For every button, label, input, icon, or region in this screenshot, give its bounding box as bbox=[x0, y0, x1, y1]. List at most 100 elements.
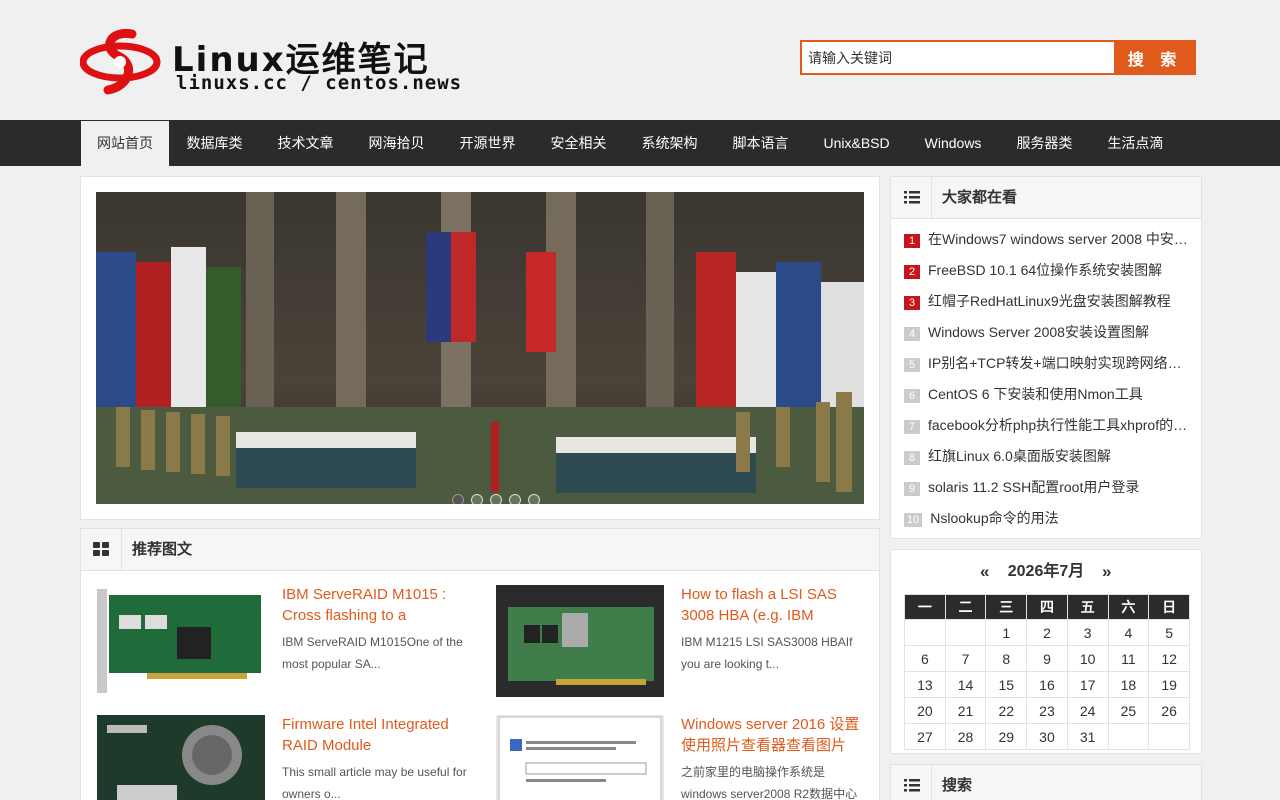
nav-item[interactable]: 开源世界 bbox=[442, 120, 533, 166]
card-thumbnail[interactable] bbox=[97, 585, 265, 697]
hot-item[interactable]: 2 FreeBSD 10.1 64位操作系统安装图解 bbox=[904, 255, 1194, 286]
calendar-day: 20 bbox=[904, 697, 946, 724]
calendar-day: 13 bbox=[904, 671, 946, 698]
calendar-day: 30 bbox=[1026, 723, 1068, 750]
recommend-title: 推荐图文 bbox=[132, 541, 193, 558]
calendar-day: 15 bbox=[985, 671, 1028, 698]
calendar-day: 3 bbox=[1066, 619, 1109, 646]
calendar-day: 26 bbox=[1148, 697, 1190, 724]
calendar-next[interactable]: » bbox=[1102, 550, 1111, 594]
nav-item[interactable]: Windows bbox=[907, 120, 999, 166]
recommend-header: 推荐图文 bbox=[81, 529, 879, 571]
grid-icon bbox=[81, 529, 122, 570]
hot-item-text: facebook分析php执行性能工具xhprof的安装使用 bbox=[928, 417, 1194, 433]
weekday-header: 二 bbox=[944, 594, 987, 620]
hot-item-text: Nslookup命令的用法 bbox=[930, 510, 1059, 526]
calendar-day: 27 bbox=[904, 723, 946, 750]
card-title[interactable]: How to flash a LSI SAS 3008 HBA (e.g. IB… bbox=[681, 585, 866, 626]
rank-badge: 3 bbox=[904, 296, 920, 310]
slide-image[interactable] bbox=[96, 192, 864, 504]
card-desc: 之前家里的电脑操作系统是windows server2008 R2数据中心 bbox=[681, 765, 858, 800]
slider-dot[interactable] bbox=[509, 494, 521, 504]
card-desc: IBM M1215 LSI SAS3008 HBAIf you are look… bbox=[681, 635, 853, 671]
card-thumbnail[interactable] bbox=[496, 715, 664, 800]
search-input[interactable] bbox=[800, 40, 1116, 75]
calendar-day bbox=[904, 619, 946, 646]
calendar-table: 一二三四五六日 1 2 3 4 5 6 7 8 9 10 11 12 13 14 15 16 17 18 19 20 2… bbox=[904, 594, 1190, 750]
hot-item[interactable]: 8 红旗Linux 6.0桌面版安装图解 bbox=[904, 441, 1194, 472]
slider-dot[interactable] bbox=[471, 494, 483, 504]
slide-illustration bbox=[96, 192, 864, 504]
nav-item[interactable]: 脚本语言 bbox=[715, 120, 806, 166]
hot-item[interactable]: 9 solaris 11.2 SSH配置root用户登录 bbox=[904, 472, 1194, 503]
calendar-day: 22 bbox=[985, 697, 1028, 724]
hot-panel: 大家都在看 1 在Windows7 windows server 2008 中安装… bbox=[890, 176, 1202, 539]
nav-item[interactable]: 数据库类 bbox=[169, 120, 260, 166]
hot-item[interactable]: 3 红帽子RedHatLinux9光盘安装图解教程 bbox=[904, 286, 1194, 317]
nav-item[interactable]: 系统架构 bbox=[624, 120, 715, 166]
hot-item[interactable]: 1 在Windows7 windows server 2008 中安装和使用Nmo… bbox=[904, 224, 1194, 255]
rank-badge: 10 bbox=[904, 513, 923, 527]
card-thumbnail[interactable] bbox=[97, 715, 265, 800]
hot-item-text: solaris 11.2 SSH配置root用户登录 bbox=[928, 479, 1140, 495]
weekday-header: 六 bbox=[1107, 594, 1150, 620]
calendar-day: 5 bbox=[1148, 619, 1190, 646]
calendar-week: 12345 bbox=[904, 619, 1190, 646]
nav-item[interactable]: Unix&BSD bbox=[806, 120, 907, 166]
weekday-header: 一 bbox=[904, 594, 946, 620]
slider-dot[interactable] bbox=[452, 494, 464, 504]
calendar-day: 17 bbox=[1066, 671, 1109, 698]
hot-item-text: 红帽子RedHatLinux9光盘安装图解教程 bbox=[928, 293, 1171, 309]
calendar-day: 24 bbox=[1066, 697, 1109, 724]
site-logo[interactable]: Linux运维笔记 linuxs.cc / centos.news bbox=[80, 28, 461, 98]
hot-item[interactable]: 5 IP别名+TCP转发+端口映射实现跨网络访问 bbox=[904, 348, 1194, 379]
calendar-day: 31 bbox=[1066, 723, 1109, 750]
search-button[interactable]: 搜 索 bbox=[1114, 40, 1196, 75]
calendar-month: 2026年7月 bbox=[1007, 563, 1085, 580]
recommend-card: Windows server 2016 设置使用照片查看器查看图片 之前家里的电… bbox=[496, 715, 866, 800]
calendar-prev[interactable]: « bbox=[980, 550, 989, 594]
card-desc: This small article may be useful for own… bbox=[282, 765, 467, 800]
rank-badge: 6 bbox=[904, 389, 920, 403]
calendar-week: 27 28 29 30 31 bbox=[904, 723, 1190, 750]
calendar-week: 13 14 15 16 17 18 19 bbox=[904, 671, 1190, 698]
hot-header: 大家都在看 bbox=[891, 177, 1201, 219]
card-title[interactable]: Windows server 2016 设置使用照片查看器查看图片 bbox=[681, 715, 866, 756]
card-title[interactable]: Firmware Intel Integrated RAID Module bbox=[282, 715, 467, 756]
calendar-day: 9 bbox=[1026, 645, 1068, 672]
slider-dot[interactable] bbox=[528, 494, 540, 504]
hot-item[interactable]: 6 CentOS 6 下安装和使用Nmon工具 bbox=[904, 379, 1194, 410]
calendar-day: 11 bbox=[1107, 645, 1150, 672]
hot-item-text: CentOS 6 下安装和使用Nmon工具 bbox=[928, 386, 1143, 402]
hot-item[interactable]: 7 facebook分析php执行性能工具xhprof的安装使用 bbox=[904, 410, 1194, 441]
hot-item-text: Windows Server 2008安装设置图解 bbox=[928, 324, 1149, 340]
search-panel: 搜索 bbox=[890, 764, 1202, 800]
card-thumbnail[interactable] bbox=[496, 585, 664, 697]
nav-item[interactable]: 技术文章 bbox=[260, 120, 351, 166]
calendar-day: 4 bbox=[1107, 619, 1150, 646]
site-header: Linux运维笔记 linuxs.cc / centos.news 搜 索 bbox=[0, 0, 1280, 120]
nav-item[interactable]: 服务器类 bbox=[999, 120, 1090, 166]
card-title[interactable]: IBM ServeRAID M1015 : Cross flashing to … bbox=[282, 585, 467, 626]
calendar-week: 6 7 8 9 10 11 12 bbox=[904, 645, 1190, 672]
menu-icon bbox=[891, 177, 932, 218]
calendar-day: 29 bbox=[985, 723, 1028, 750]
calendar-day: 21 bbox=[944, 697, 987, 724]
slider-dot[interactable] bbox=[490, 494, 502, 504]
weekday-header: 四 bbox=[1026, 594, 1068, 620]
nav-item[interactable]: 网海拾贝 bbox=[351, 120, 442, 166]
nav-item[interactable]: 生活点滴 bbox=[1090, 120, 1181, 166]
search-panel-header: 搜索 bbox=[891, 765, 1201, 800]
rank-badge: 4 bbox=[904, 327, 920, 341]
main-nav: 网站首页 数据库类 技术文章 网海拾贝 开源世界 安全相关 系统架构 脚本语言 Unix&BSD… bbox=[0, 120, 1280, 166]
weekday-header: 五 bbox=[1066, 594, 1109, 620]
nav-item[interactable]: 网站首页 bbox=[81, 121, 169, 166]
calendar-day: 6 bbox=[904, 645, 946, 672]
calendar-day: 14 bbox=[944, 671, 987, 698]
recommend-card: IBM ServeRAID M1015 : Cross flashing to … bbox=[97, 585, 467, 705]
hot-item[interactable]: 4 Windows Server 2008安装设置图解 bbox=[904, 317, 1194, 348]
calendar-day: 16 bbox=[1026, 671, 1068, 698]
hot-item[interactable]: 10 Nslookup命令的用法 bbox=[904, 503, 1194, 534]
calendar-weekdays: 一二三四五六日 bbox=[904, 594, 1190, 620]
nav-item[interactable]: 安全相关 bbox=[533, 120, 624, 166]
